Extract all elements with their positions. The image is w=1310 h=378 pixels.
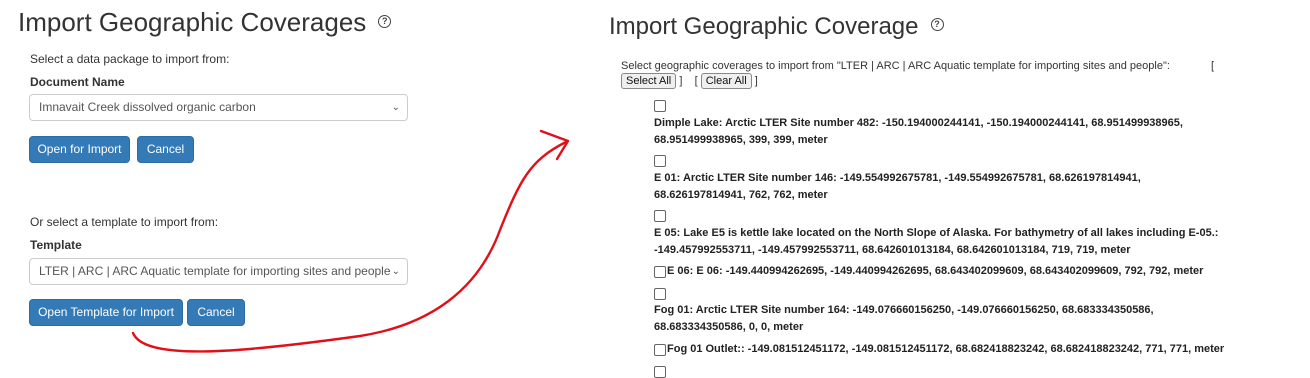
template-value: LTER | ARC | ARC Aquatic template for im… <box>39 264 391 278</box>
coverage-checkbox[interactable] <box>654 100 666 112</box>
coverage-checkbox[interactable] <box>654 344 666 356</box>
select-all-wrap: Select All ] [ Clear All ] <box>621 73 758 89</box>
page-title-right-text: Import Geographic Coverage <box>609 13 919 40</box>
coverage-label: E 01: Arctic LTER Site number 146: -149.… <box>654 172 1141 201</box>
import-coverages-panel: Import Geographic Coverages? Select a da… <box>0 0 440 374</box>
coverage-label: Fog 01: Arctic LTER Site number 164: -14… <box>654 304 1154 333</box>
document-name-value: Imnavait Creek dissolved organic carbon <box>39 100 256 114</box>
import-coverage-panel: Import Geographic Coverage? Select geogr… <box>600 0 1310 378</box>
open-for-import-button[interactable]: Open for Import <box>29 136 130 163</box>
coverage-label: E 06: E 06: -149.440994262695, -149.4409… <box>667 265 1204 277</box>
bracket-close: ] <box>679 75 683 87</box>
select-package-label: Select a data package to import from: <box>30 52 230 66</box>
document-name-select[interactable]: Imnavait Creek dissolved organic carbon … <box>29 94 408 121</box>
coverage-checkbox[interactable] <box>654 288 666 300</box>
bracket-open-2: [ <box>694 75 698 87</box>
bracket-close-2: ] <box>754 75 758 87</box>
coverage-checkbox[interactable] <box>654 266 666 278</box>
select-template-label: Or select a template to import from: <box>30 215 219 229</box>
page-title-right: Import Geographic Coverage? <box>609 13 944 41</box>
cancel-button[interactable]: Cancel <box>137 136 194 163</box>
coverage-label: Dimple Lake: Arctic LTER Site number 482… <box>654 117 1183 146</box>
chevron-down-icon: ⌄ <box>391 102 400 113</box>
help-icon[interactable]: ? <box>378 14 392 28</box>
arrow-head <box>539 129 570 161</box>
page-title-text: Import Geographic Coverages <box>18 7 367 37</box>
coverage-label: Fog 01 Outlet:: -149.081512451172, -149.… <box>667 343 1225 355</box>
coverage-checkbox[interactable] <box>654 210 666 222</box>
chevron-down-icon: ⌄ <box>391 266 400 277</box>
select-all-button[interactable]: Select All <box>621 73 677 89</box>
select-coverages-label: Select geographic coverages to import fr… <box>621 60 1170 72</box>
document-name-label: Document Name <box>30 75 125 89</box>
open-template-for-import-button[interactable]: Open Template for Import <box>29 299 183 326</box>
clear-all-button[interactable]: Clear All <box>700 73 752 89</box>
bracket-open: [ <box>1211 60 1215 72</box>
template-select[interactable]: LTER | ARC | ARC Aquatic template for im… <box>29 258 408 285</box>
coverage-checkbox[interactable] <box>654 366 666 378</box>
coverage-label: E 05: Lake E5 is kettle lake located on … <box>654 227 1219 256</box>
page-title: Import Geographic Coverages? <box>18 7 392 38</box>
template-label: Template <box>30 238 82 252</box>
coverage-checkbox[interactable] <box>654 155 666 167</box>
cancel-template-button[interactable]: Cancel <box>187 299 245 326</box>
help-icon[interactable]: ? <box>930 18 944 32</box>
